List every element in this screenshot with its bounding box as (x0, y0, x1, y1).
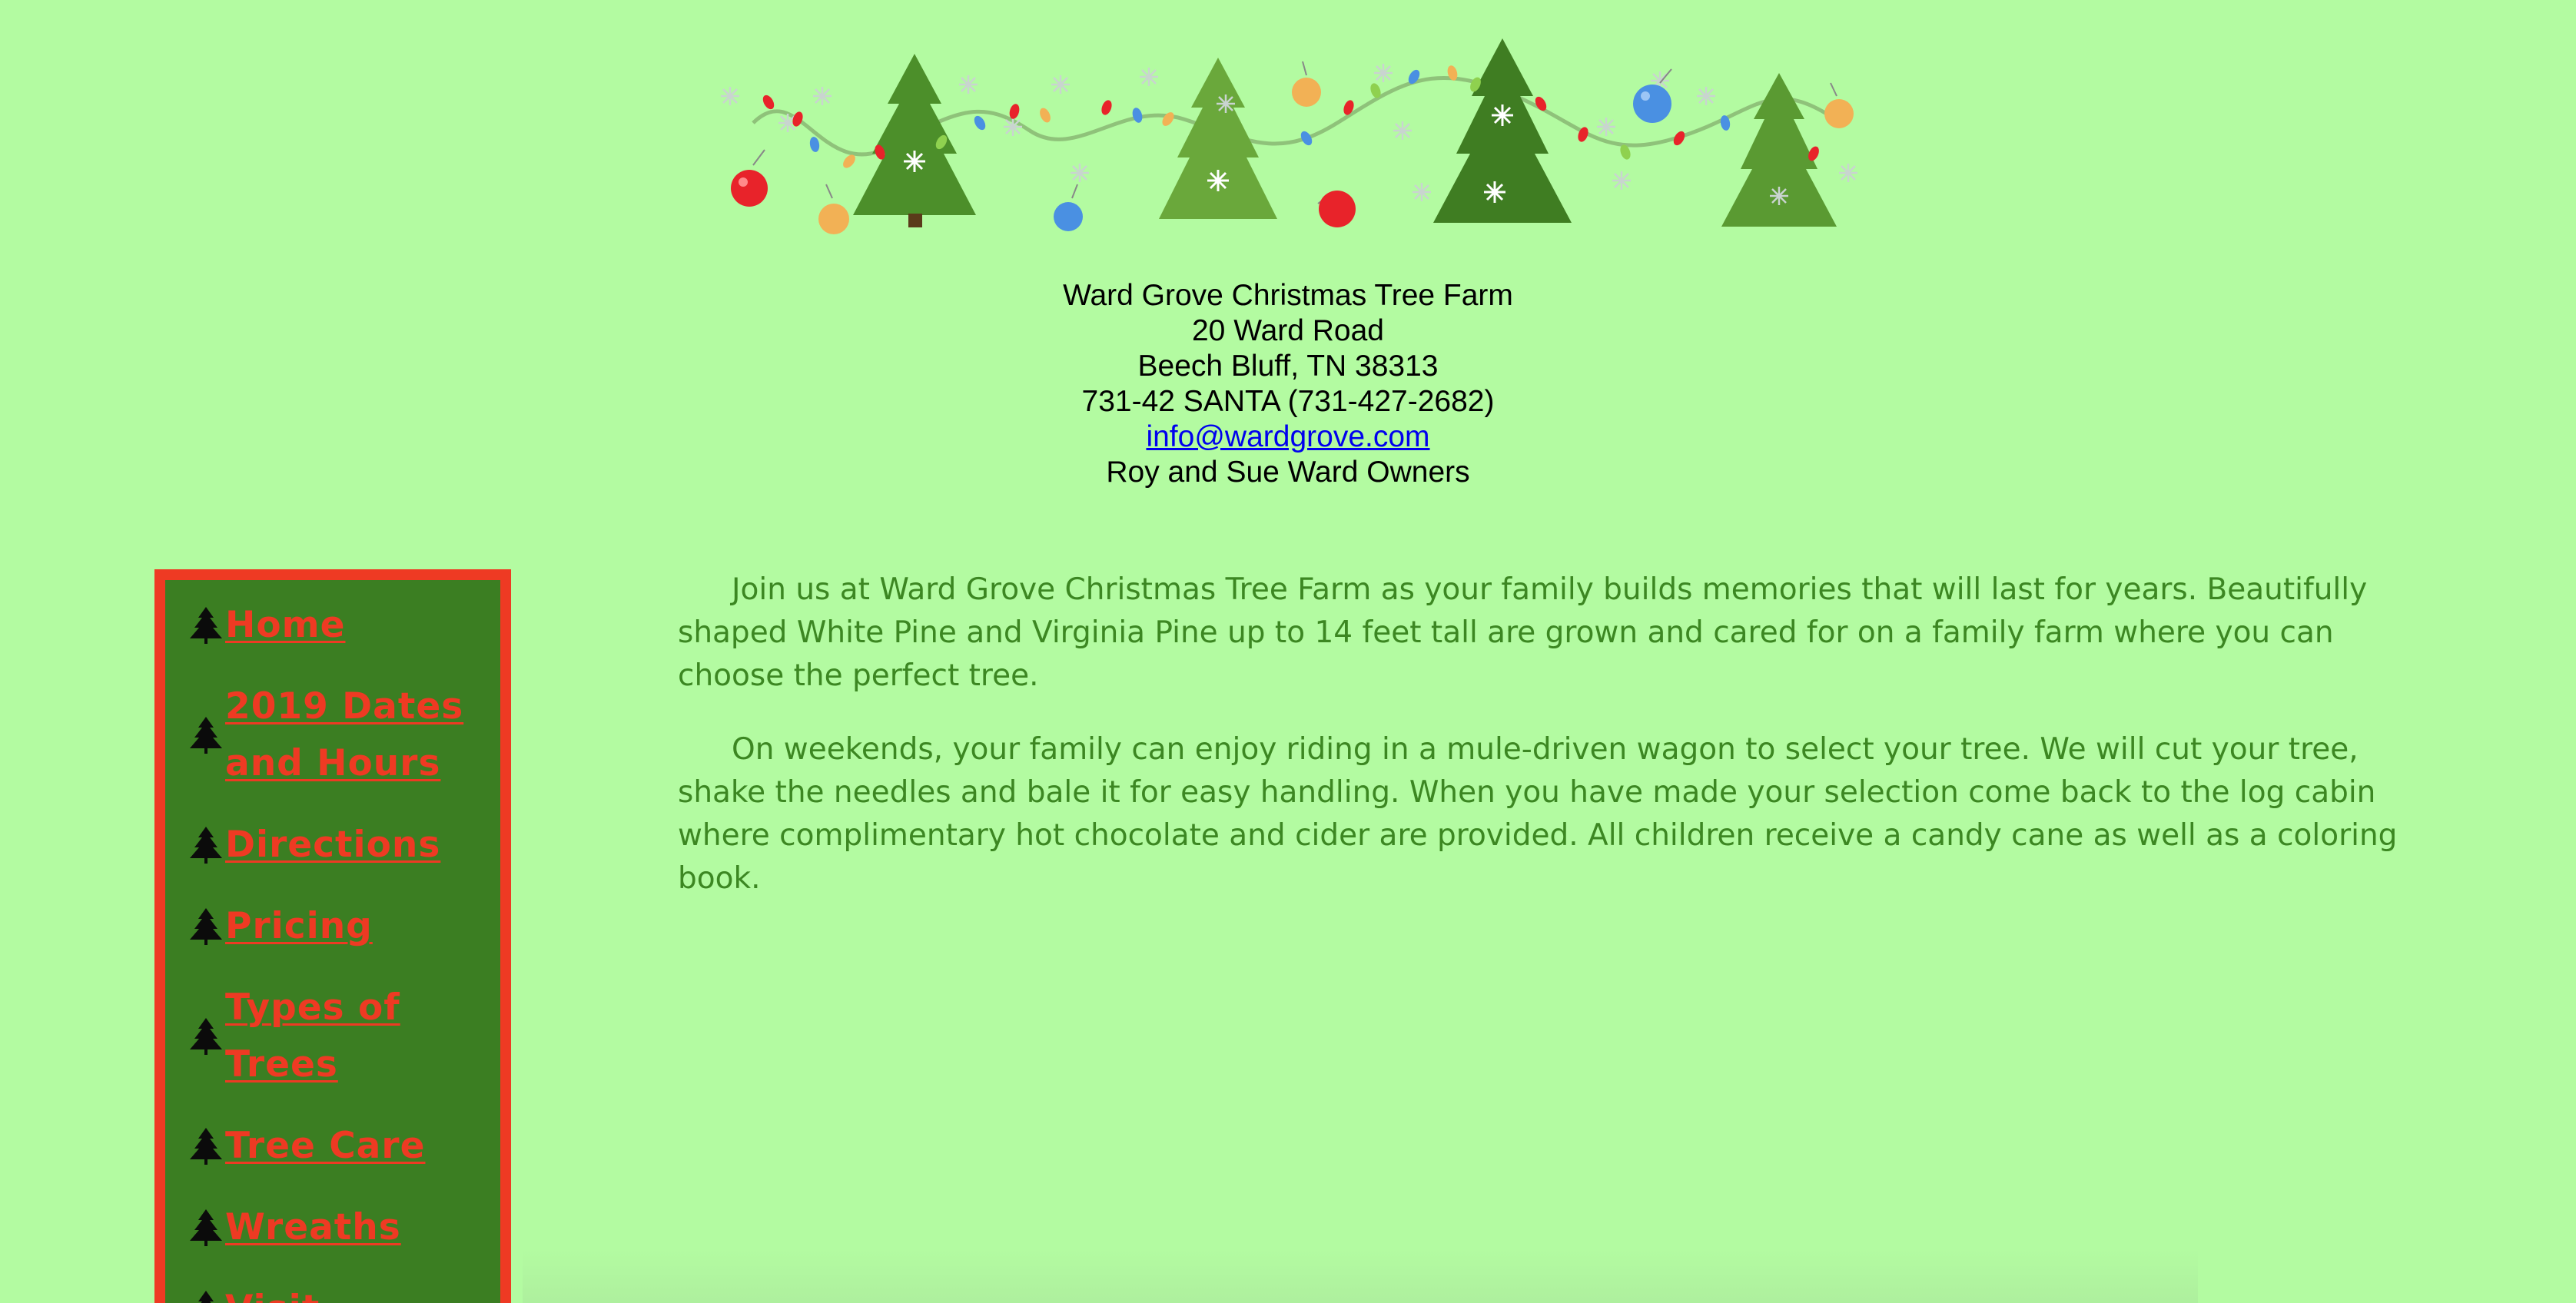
nav-link-types-of-trees[interactable]: Types of Trees (225, 980, 490, 1093)
nav-link-visit[interactable]: Visit (225, 1281, 320, 1303)
sidebar-item-types-of-trees[interactable]: Types of Trees (187, 980, 490, 1093)
christmas-tree-icon (187, 714, 225, 757)
christmas-tree-icon (187, 905, 225, 948)
farm-name: Ward Grove Christmas Tree Farm (1063, 279, 1513, 312)
sidebar-item-pricing[interactable]: Pricing (187, 898, 490, 955)
tree-3 (1433, 38, 1572, 223)
nav-link-pricing[interactable]: Pricing (225, 898, 373, 955)
phone-number: 731-42 SANTA (731-427-2682) (1081, 385, 1495, 418)
nav-link-home[interactable]: Home (225, 597, 345, 654)
christmas-banner-image (719, 38, 1859, 234)
ornament-gold-3 (1824, 82, 1854, 128)
sidebar-item-visit[interactable]: Visit (187, 1281, 490, 1303)
christmas-tree-icon (187, 1206, 225, 1249)
sidebar-nav: Home 2019 Dates and Hours Directions Pri… (154, 569, 511, 1303)
ornament-red-2 (1317, 191, 1356, 227)
sidebar-item-wreaths[interactable]: Wreaths (187, 1199, 490, 1256)
sidebar-item-home[interactable]: Home (187, 597, 490, 654)
contact-info: Ward Grove Christmas Tree Farm 20 Ward R… (904, 278, 1672, 490)
city-state-zip: Beech Bluff, TN 38313 (1137, 350, 1439, 383)
nav-link-wreaths[interactable]: Wreaths (225, 1199, 401, 1256)
street-address: 20 Ward Road (1191, 314, 1384, 347)
christmas-tree-icon (187, 1015, 225, 1058)
main-content: Join us at Ward Grove Christmas Tree Far… (678, 569, 2438, 931)
sidebar-item-tree-care[interactable]: Tree Care (187, 1118, 490, 1175)
christmas-tree-icon (187, 824, 225, 867)
nav-link-directions[interactable]: Directions (225, 817, 440, 874)
ornament-blue-1 (1054, 184, 1083, 231)
tree-2 (1159, 58, 1277, 219)
scroll-shadow (523, 1249, 2198, 1303)
ornament-blue-2 (1633, 68, 1672, 123)
christmas-tree-icon (187, 1288, 225, 1303)
ornament-gold-1 (818, 184, 849, 234)
ornament-gold-2 (1292, 61, 1321, 107)
christmas-tree-icon (187, 1125, 225, 1168)
owners: Roy and Sue Ward Owners (1106, 456, 1470, 489)
nav-link-dates-hours[interactable]: 2019 Dates and Hours (225, 678, 490, 792)
nav-link-tree-care[interactable]: Tree Care (225, 1118, 425, 1175)
sidebar-item-dates-hours[interactable]: 2019 Dates and Hours (187, 678, 490, 792)
tree-1 (853, 54, 976, 227)
intro-paragraph: Join us at Ward Grove Christmas Tree Far… (678, 572, 2368, 693)
ornament-red-1 (731, 149, 768, 207)
christmas-tree-icon (187, 604, 225, 647)
weekend-paragraph: On weekends, your family can enjoy ridin… (678, 732, 2398, 896)
email-link[interactable]: info@wardgrove.com (1146, 420, 1429, 453)
sidebar-item-directions[interactable]: Directions (187, 817, 490, 874)
